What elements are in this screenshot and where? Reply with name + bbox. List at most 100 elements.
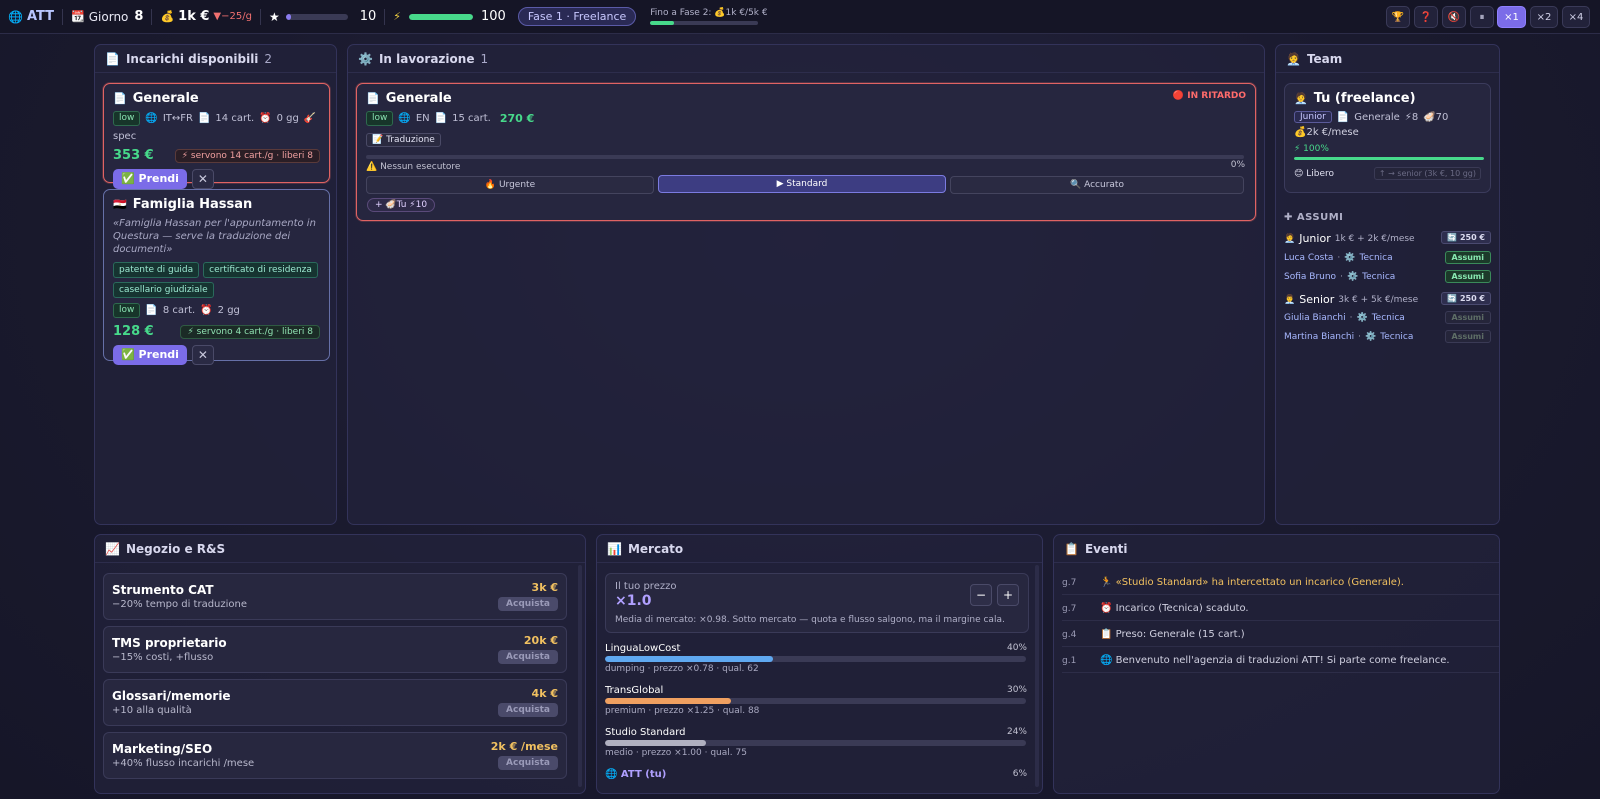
buy-button[interactable]: Acquista (498, 597, 558, 611)
competitor-share-bar (605, 740, 1026, 746)
speed-2x-button[interactable]: ×2 (1530, 6, 1558, 28)
candidate-spec: Tecnica (1371, 313, 1405, 323)
job-price: 270 € (499, 112, 535, 125)
plus-icon: ✚ (1284, 212, 1293, 223)
hire-button[interactable]: Assumi (1444, 270, 1491, 283)
candidate-name: Luca Costa (1284, 253, 1334, 263)
event-day: g.4 (1062, 629, 1077, 640)
document-icon: 📄 (113, 92, 127, 105)
competitor-share: 40% (1006, 643, 1027, 653)
hire-button-disabled[interactable]: Assumi (1444, 311, 1491, 324)
pause-button[interactable]: ⏸ (1470, 6, 1494, 28)
buy-button[interactable]: Acquista (498, 756, 558, 770)
increase-price-button[interactable]: + (997, 584, 1019, 606)
active-job-card[interactable]: 📄 Generale 🔴 IN RITARDO low 🌐 EN 📄 15 cart… (356, 83, 1256, 221)
pages: 14 cart. (215, 113, 255, 124)
competitor-row: LinguaLowCost 40% dumping · prezzo ×0.78 ·… (605, 643, 1029, 681)
energy-label: ⚡ 100% (1294, 144, 1329, 154)
chart-icon: 📈 (105, 541, 120, 556)
dismiss-job-button[interactable]: ✕ (191, 169, 214, 189)
capacity-info: ⚡ servono 4 cart./g · liberi 8 (180, 324, 320, 339)
mute-button[interactable]: 🔇 (1442, 6, 1466, 28)
buy-button[interactable]: Acquista (498, 650, 558, 664)
day-counter: 📆 Giorno 8 (71, 9, 143, 24)
job-card[interactable]: 🇪🇬 Famiglia Hassan «Famiglia Hassan per … (103, 189, 330, 365)
competitor-row: Studio Standard 24% medio · prezzo ×1.00 ·… (605, 727, 1029, 765)
reroll-cost-button[interactable]: 🔄 250 € (1441, 231, 1491, 244)
mode-urgent-button[interactable]: 🔥 Urgente (366, 176, 654, 194)
decrease-price-button[interactable]: − (970, 584, 992, 606)
help-button[interactable]: ❓ (1414, 6, 1438, 28)
candidate-row: Martina Bianchi · ⚙️ Tecnica (1284, 332, 1413, 342)
candidate-name: Sofia Bruno (1284, 272, 1337, 282)
shop-item-desc: −15% costi, +flusso (112, 652, 214, 663)
brand-name: ATT (26, 9, 55, 24)
shop-item-desc: −20% tempo di traduzione (112, 599, 248, 610)
gear-icon: ⚙️ (1365, 332, 1377, 342)
job-meta: low 📄 8 cart. ⏰ 2 gg (113, 303, 320, 318)
upgrade-senior-button[interactable]: ↑ → senior (3k €, 10 gg) (1373, 167, 1481, 180)
job-card[interactable]: 📄 Generale low 🌐 IT↔FR 📄 14 cart. ⏰ 0 gg 🎸 s… (103, 83, 330, 189)
document-tag: casellario giudiziale (113, 282, 214, 298)
event-text: 🌐 Benvenuto nell'agenzia di traduzioni A… (1100, 655, 1450, 666)
candidate-name: Giulia Bianchi (1284, 313, 1346, 323)
scrollbar[interactable] (1035, 565, 1039, 787)
me-card[interactable]: 🧑‍💼 Tu (freelance) Junior 📄 Generale ⚡8 🦪… (1284, 83, 1491, 193)
shop-item-price: 3k € (531, 581, 558, 594)
trophy-button[interactable]: 🏆 (1386, 6, 1410, 28)
me-energy-fill (1294, 157, 1484, 160)
shop-item-price: 20k € (523, 634, 558, 647)
specialty: Generale (1354, 111, 1400, 123)
take-job-button[interactable]: ✅ Prendi (113, 169, 187, 189)
progress-label: 0% (1230, 160, 1245, 170)
money-value: 1k € (178, 9, 210, 24)
status: 😊 Libero (1294, 168, 1335, 179)
assign-self-button[interactable]: + 🦪Tu ⚡10 (367, 198, 436, 212)
dismiss-job-button[interactable]: ✕ (191, 345, 214, 365)
pages: 8 cart. (162, 305, 196, 316)
take-job-button[interactable]: ✅ Prendi (113, 345, 187, 365)
speed-1x-button[interactable]: ×1 (1497, 6, 1526, 28)
team-panel: 🧑‍💼 Team 🧑‍💼 Tu (freelance) Junior 📄 Gene… (1275, 44, 1500, 525)
price-row: 353 € ⚡ servono 14 cart./g · liberi 8 (113, 148, 320, 163)
me-energy-bar (1294, 157, 1484, 160)
candidate-spec: Tecnica (1359, 253, 1393, 263)
competitor-share-bar (605, 698, 1026, 704)
mode-standard-button[interactable]: ▶ Standard (658, 175, 946, 193)
scrollbar[interactable] (578, 565, 582, 787)
hire-button-disabled[interactable]: Assumi (1444, 330, 1491, 343)
events-panel: 📋 Eventi g.7 🏃 «Studio Standard» ha inter… (1053, 534, 1500, 794)
gear-icon: ⚙️ (358, 51, 373, 66)
speed-stat: ⚡8 (1404, 111, 1419, 123)
no-executor-warning: ⚠️ Nessun esecutore (366, 162, 461, 172)
clock-icon: ⏰ (200, 305, 213, 316)
divider (384, 8, 386, 25)
job-title: 🇪🇬 Famiglia Hassan (113, 197, 320, 212)
speed-4x-button[interactable]: ×4 (1562, 6, 1590, 28)
buy-button[interactable]: Acquista (498, 703, 558, 717)
reputation-display: ★ 10 (269, 9, 376, 24)
candidate-name: Martina Bianchi (1284, 332, 1355, 342)
top-bar: 🌐 ATT 📆 Giorno 8 💰 1k € ▼−25/g ★ 10 ⚡ 10… (0, 0, 1600, 34)
energy-display: ⚡ 100 (393, 9, 506, 24)
divider (151, 8, 153, 25)
shop-item-desc: +40% flusso incarichi /mese (112, 758, 255, 769)
group-cost: 3k € + 5k €/mese (1338, 294, 1419, 305)
level-tag: low (113, 303, 141, 318)
working-count: 1 (480, 51, 489, 66)
me-status-row: 😊 Libero ↑ → senior (3k €, 10 gg) (1294, 167, 1481, 180)
reroll-cost-button[interactable]: 🔄 250 € (1441, 292, 1491, 305)
energy-value: 100 (480, 9, 506, 24)
panel-header: 📋 Eventi (1054, 535, 1499, 563)
event-row: g.7 ⏰ Incarico (Tecnica) scaduto. (1062, 597, 1499, 621)
languages: EN (415, 113, 430, 124)
mode-accurate-button[interactable]: 🔍 Accurato (950, 176, 1244, 194)
active-job-header: 📄 Generale 🔴 IN RITARDO (366, 91, 1246, 106)
panel-header: 📊 Mercato (597, 535, 1042, 563)
competitor-row: TransGlobal 30% premium · prezzo ×1.25 · q… (605, 685, 1029, 723)
money-display: 💰 1k € ▼−25/g (160, 9, 251, 24)
hire-title: ASSUMI (1296, 212, 1344, 223)
event-row: g.4 📋 Preso: Generale (15 cart.) (1062, 623, 1499, 647)
hire-button[interactable]: Assumi (1444, 251, 1491, 264)
shop-item-price: 2k € /mese (490, 740, 558, 753)
